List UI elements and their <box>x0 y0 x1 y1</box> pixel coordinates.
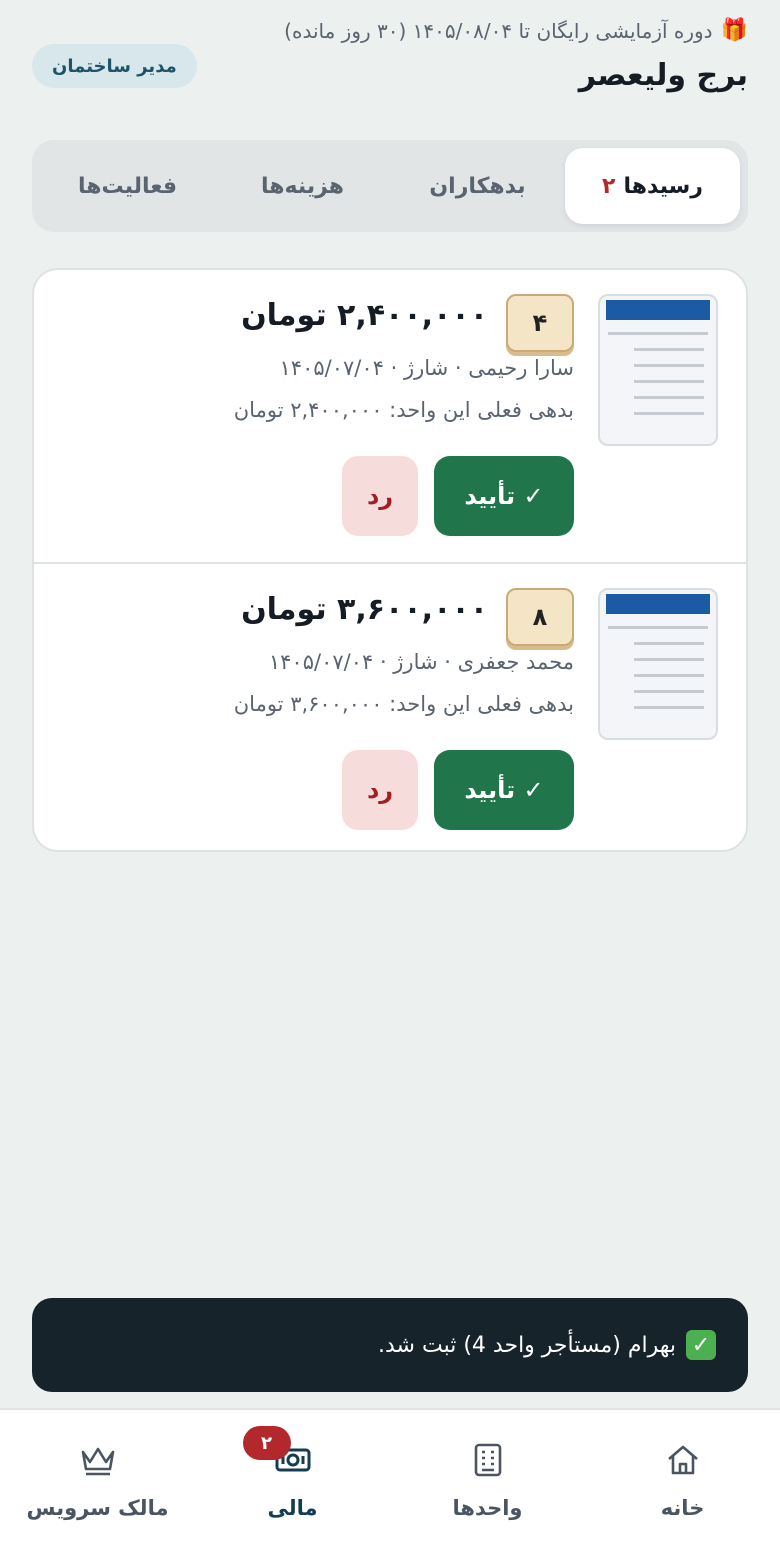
tab-receipts[interactable]: رسیدها ۲ <box>565 148 740 224</box>
receipt-amount: ۲,۴۰۰,۰۰۰ تومان <box>241 298 488 333</box>
nav-home[interactable]: خانه <box>585 1410 780 1560</box>
receipt-debt: بدهی فعلی این واحد: ۲,۴۰۰,۰۰۰ تومان <box>233 398 574 422</box>
receipt-row: ۸ ۳,۶۰۰,۰۰۰ تومان محمد جعفری · شارژ · ۱۴… <box>34 562 746 850</box>
nav-finance-label: مالی <box>267 1496 318 1520</box>
toast-message: بهرام (مستأجر واحد 4) ثبت شد. <box>378 1332 676 1358</box>
unit-badge: ۸ <box>506 588 574 646</box>
receipt-thumbnail[interactable] <box>598 294 718 446</box>
bottom-nav: خانه واحدها ۲ مالی مالک سرویس <box>0 1408 780 1560</box>
receipt-row: ۴ ۲,۴۰۰,۰۰۰ تومان سارا رحیمی · شارژ · ۱۴… <box>34 270 746 562</box>
tab-debtors-label: بدهکاران <box>429 173 526 199</box>
tab-receipts-count: ۲ <box>602 173 616 199</box>
unit-badge: ۴ <box>506 294 574 352</box>
receipt-thumbnail-line <box>634 396 704 399</box>
receipt-thumbnail-line <box>634 706 704 709</box>
trial-banner: 🎁 دوره آزمایشی رایگان تا ۱۴۰۵/۰۸/۰۴ (۳۰ … <box>32 16 748 46</box>
building-icon <box>474 1443 501 1477</box>
reject-button[interactable]: رد <box>342 456 418 536</box>
tab-bar: رسیدها ۲ بدهکاران هزینه‌ها فعالیت‌ها <box>32 140 748 232</box>
nav-finance[interactable]: ۲ مالی <box>195 1410 390 1560</box>
receipt-thumbnail-line <box>634 364 704 367</box>
receipt-thumbnail-line <box>634 642 704 645</box>
tab-debtors[interactable]: بدهکاران <box>390 148 565 224</box>
receipt-meta: سارا رحیمی · شارژ · ۱۴۰۵/۰۷/۰۴ <box>279 356 574 380</box>
home-icon <box>667 1445 698 1475</box>
receipt-amount: ۳,۶۰۰,۰۰۰ تومان <box>241 592 488 627</box>
receipt-thumbnail-line <box>608 626 708 629</box>
nav-service-owner[interactable]: مالک سرویس <box>0 1410 195 1560</box>
receipt-debt: بدهی فعلی این واحد: ۳,۶۰۰,۰۰۰ تومان <box>233 692 574 716</box>
approve-button[interactable]: ✓ تأیید <box>434 456 574 536</box>
receipt-thumbnail-line <box>608 332 708 335</box>
receipt-thumbnail-header <box>606 594 710 614</box>
tab-expenses[interactable]: هزینه‌ها <box>215 148 390 224</box>
receipt-thumbnail[interactable] <box>598 588 718 740</box>
approve-button[interactable]: ✓ تأیید <box>434 750 574 830</box>
receipt-meta: محمد جعفری · شارژ · ۱۴۰۵/۰۷/۰۴ <box>268 650 574 674</box>
nav-finance-badge: ۲ <box>242 1426 291 1460</box>
receipt-thumbnail-line <box>634 380 704 383</box>
trial-text: دوره آزمایشی رایگان تا ۱۴۰۵/۰۸/۰۴ (۳۰ رو… <box>284 19 713 43</box>
receipt-thumbnail-line <box>634 674 704 677</box>
receipt-thumbnail-line <box>634 690 704 693</box>
tab-expenses-label: هزینه‌ها <box>260 173 345 199</box>
tab-activities[interactable]: فعالیت‌ها <box>40 148 215 224</box>
gift-icon: 🎁 <box>720 18 748 43</box>
receipts-list: ۴ ۲,۴۰۰,۰۰۰ تومان سارا رحیمی · شارژ · ۱۴… <box>32 268 748 852</box>
receipt-thumbnail-line <box>634 412 704 415</box>
receipt-thumbnail-line <box>634 348 704 351</box>
tab-receipts-label: رسیدها <box>623 173 703 199</box>
nav-units-label: واحدها <box>452 1496 523 1520</box>
nav-service-owner-label: مالک سرویس <box>26 1496 169 1520</box>
tab-activities-label: فعالیت‌ها <box>77 173 178 199</box>
nav-units[interactable]: واحدها <box>390 1410 585 1560</box>
role-badge: مدیر ساختمان <box>32 44 197 88</box>
check-icon: ✓ <box>686 1330 716 1360</box>
receipt-thumbnail-header <box>606 300 710 320</box>
nav-home-label: خانه <box>660 1496 705 1520</box>
reject-button[interactable]: رد <box>342 750 418 830</box>
crown-icon <box>81 1447 114 1476</box>
building-title: برج ولیعصر <box>578 58 748 93</box>
toast-notification: ✓ بهرام (مستأجر واحد 4) ثبت شد. <box>32 1298 748 1392</box>
receipt-thumbnail-line <box>634 658 704 661</box>
